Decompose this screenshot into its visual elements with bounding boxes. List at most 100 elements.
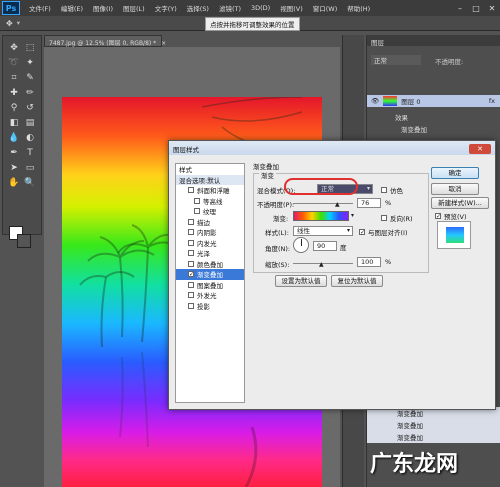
tool-preset-arrow-icon[interactable]: ▾ xyxy=(17,19,20,27)
eyedropper-tool-icon[interactable]: ✎ xyxy=(23,72,37,84)
style-item-checkbox[interactable] xyxy=(188,302,194,309)
menu-view[interactable]: 视图(V) xyxy=(275,3,308,13)
style-item-label: 纹理 xyxy=(203,208,216,217)
ok-button[interactable]: 确定 xyxy=(431,167,479,179)
style-item[interactable]: 内发光 xyxy=(176,238,244,249)
bottom-effect-row-3[interactable]: 渐变叠加 xyxy=(367,431,500,443)
crop-tool-icon[interactable]: ⌗ xyxy=(7,72,21,84)
style-item[interactable]: 图案叠加 xyxy=(176,280,244,291)
opacity-input[interactable]: 76 xyxy=(357,198,381,208)
menu-help[interactable]: 帮助(H) xyxy=(342,3,375,13)
align-layer-checkbox[interactable] xyxy=(359,229,365,235)
style-item-checkbox[interactable] xyxy=(188,229,194,236)
menu-select[interactable]: 选择(S) xyxy=(182,3,214,13)
dialog-titlebar[interactable]: 图层样式 ✕ xyxy=(169,141,495,155)
scale-input[interactable]: 100 xyxy=(357,257,381,267)
style-item-checkbox[interactable] xyxy=(188,281,194,288)
reset-default-button[interactable]: 复位为默认值 xyxy=(331,275,383,287)
history-brush-tool-icon[interactable]: ↺ xyxy=(23,102,37,114)
style-item[interactable]: 外发光 xyxy=(176,290,244,301)
layers-panel-title[interactable]: 图层 xyxy=(367,35,500,47)
style-item-checkbox[interactable] xyxy=(194,197,200,204)
angle-input[interactable]: 90 xyxy=(313,241,337,251)
style-item-checkbox[interactable] xyxy=(188,250,194,257)
marquee-tool-icon[interactable]: ⬚ xyxy=(23,42,37,54)
reverse-checkbox[interactable] xyxy=(381,215,387,221)
gradient-dropdown-icon[interactable]: ▾ xyxy=(351,212,354,219)
close-window-button[interactable]: ✕ xyxy=(484,1,500,15)
opacity-slider-thumb-icon[interactable]: ▲ xyxy=(335,201,340,208)
style-item[interactable]: 纹理 xyxy=(176,206,244,217)
preview-option[interactable]: 预览(V) xyxy=(435,211,467,221)
preview-checkbox[interactable] xyxy=(435,213,441,219)
document-close-icon[interactable]: × xyxy=(161,40,166,47)
scale-slider-thumb-icon[interactable]: ▲ xyxy=(319,261,324,268)
dither-checkbox[interactable] xyxy=(381,187,387,193)
style-item[interactable]: 内阴影 xyxy=(176,227,244,238)
style-item[interactable]: 颜色叠加 xyxy=(176,259,244,270)
gradient-picker[interactable] xyxy=(293,211,349,221)
menu-edit[interactable]: 编辑(E) xyxy=(56,3,88,13)
document-tab[interactable]: 7487.jpg @ 12.5% (图层 0, RGB/8) * × xyxy=(44,35,166,47)
path-selection-tool-icon[interactable]: ➤ xyxy=(7,162,21,174)
pen-tool-icon[interactable]: ✒ xyxy=(7,147,21,159)
style-select[interactable]: 线性 xyxy=(293,226,353,236)
style-item-checkbox[interactable] xyxy=(188,271,194,278)
style-item[interactable]: 渐变叠加 xyxy=(176,269,244,280)
style-item[interactable]: 投影 xyxy=(176,301,244,312)
type-tool-icon[interactable]: T xyxy=(23,147,37,159)
menu-type[interactable]: 文字(Y) xyxy=(150,3,182,13)
zoom-tool-icon[interactable]: 🔍 xyxy=(23,177,37,189)
move-tool-icon[interactable]: ✥ xyxy=(7,42,21,54)
lasso-tool-icon[interactable]: ➰ xyxy=(7,57,21,69)
blending-options-item[interactable]: 混合选项:默认 xyxy=(176,174,244,185)
background-color-swatch[interactable] xyxy=(17,234,31,248)
opacity-slider-track[interactable] xyxy=(293,203,353,204)
minimize-button[interactable]: – xyxy=(452,1,468,15)
menu-filter[interactable]: 滤镜(T) xyxy=(214,3,246,13)
layer-effect-gradient-row[interactable]: 渐变叠加 xyxy=(367,123,500,135)
style-list-header[interactable]: 样式 xyxy=(176,164,244,175)
bottom-effect-row-2[interactable]: 渐变叠加 xyxy=(367,419,500,431)
blur-tool-icon[interactable]: 💧 xyxy=(7,132,21,144)
shape-tool-icon[interactable]: ▭ xyxy=(23,162,37,174)
menu-layer[interactable]: 图层(L) xyxy=(118,3,150,13)
brush-tool-icon[interactable]: ✏ xyxy=(23,87,37,99)
layer-effects-row[interactable]: 效果 xyxy=(367,111,500,123)
menu-window[interactable]: 窗口(W) xyxy=(308,3,343,13)
healing-tool-icon[interactable]: ✚ xyxy=(7,87,21,99)
style-item[interactable]: 等高线 xyxy=(176,196,244,207)
style-item-checkbox[interactable] xyxy=(188,239,194,246)
style-item-checkbox[interactable] xyxy=(188,292,194,299)
make-default-button[interactable]: 设置为默认值 xyxy=(275,275,327,287)
style-item[interactable]: 光泽 xyxy=(176,248,244,259)
menu-file[interactable]: 文件(F) xyxy=(24,3,56,13)
hand-tool-icon[interactable]: ✋ xyxy=(7,177,21,189)
dodge-tool-icon[interactable]: ◐ xyxy=(23,132,37,144)
menu-3d[interactable]: 3D(D) xyxy=(246,4,275,12)
angle-dial[interactable] xyxy=(293,237,309,253)
style-item-checkbox[interactable] xyxy=(194,208,200,215)
gradient-tool-icon[interactable]: ▤ xyxy=(23,117,37,129)
style-item[interactable]: 斜面和浮雕 xyxy=(176,185,244,196)
align-layer-option[interactable]: 与图层对齐(I) xyxy=(359,227,408,237)
style-item-checkbox[interactable] xyxy=(188,187,194,194)
dialog-close-button[interactable]: ✕ xyxy=(469,144,491,154)
restore-button[interactable]: □ xyxy=(468,1,484,15)
style-item-checkbox[interactable] xyxy=(188,218,194,225)
layer-blend-mode-select[interactable]: 正常 xyxy=(371,55,421,65)
style-item[interactable]: 描边 xyxy=(176,217,244,228)
magic-wand-tool-icon[interactable]: ✦ xyxy=(23,57,37,69)
eye-icon[interactable]: 👁 xyxy=(371,97,379,105)
style-item-checkbox[interactable] xyxy=(188,260,194,267)
reverse-option[interactable]: 反向(R) xyxy=(381,213,413,223)
eraser-tool-icon[interactable]: ◧ xyxy=(7,117,21,129)
move-tool-icon[interactable]: ✥ xyxy=(6,19,13,28)
clone-stamp-tool-icon[interactable]: ⚲ xyxy=(7,102,21,114)
new-style-button[interactable]: 新建样式(W)... xyxy=(431,197,489,209)
layer-row-layer0[interactable]: 👁 图层 0 fx xyxy=(367,95,500,107)
fx-icon[interactable]: fx xyxy=(489,97,495,105)
menu-image[interactable]: 图像(I) xyxy=(88,3,118,13)
dither-option[interactable]: 仿色 xyxy=(381,185,403,195)
cancel-button[interactable]: 取消 xyxy=(431,183,479,195)
